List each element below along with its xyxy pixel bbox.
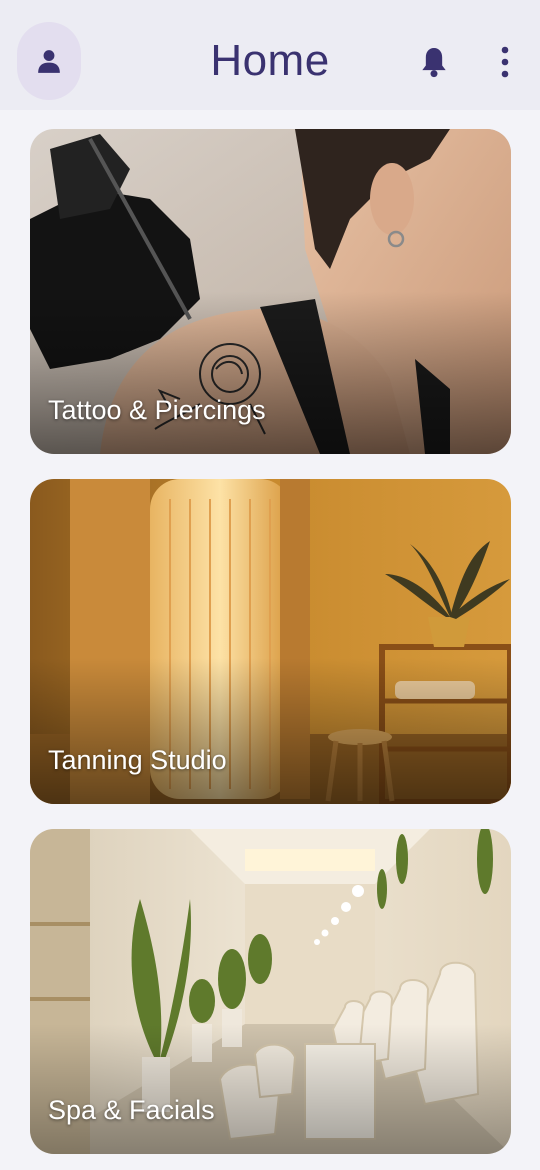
more-options-button[interactable] xyxy=(488,40,522,84)
card-label: Spa & Facials xyxy=(48,1095,215,1125)
bell-icon xyxy=(422,48,446,78)
category-card-tattoo-piercings[interactable]: Tattoo & Piercings xyxy=(30,129,511,454)
more-vertical-icon xyxy=(501,46,509,78)
category-card-tanning-studio[interactable]: Tanning Studio xyxy=(30,479,511,804)
page-title: Home xyxy=(210,36,330,85)
card-label: Tattoo & Piercings xyxy=(48,395,266,425)
card-label: Tanning Studio xyxy=(48,745,227,775)
category-card-spa-facials[interactable]: Spa & Facials xyxy=(30,829,511,1154)
app-bar: Home xyxy=(0,0,540,110)
notifications-button[interactable] xyxy=(412,40,456,84)
